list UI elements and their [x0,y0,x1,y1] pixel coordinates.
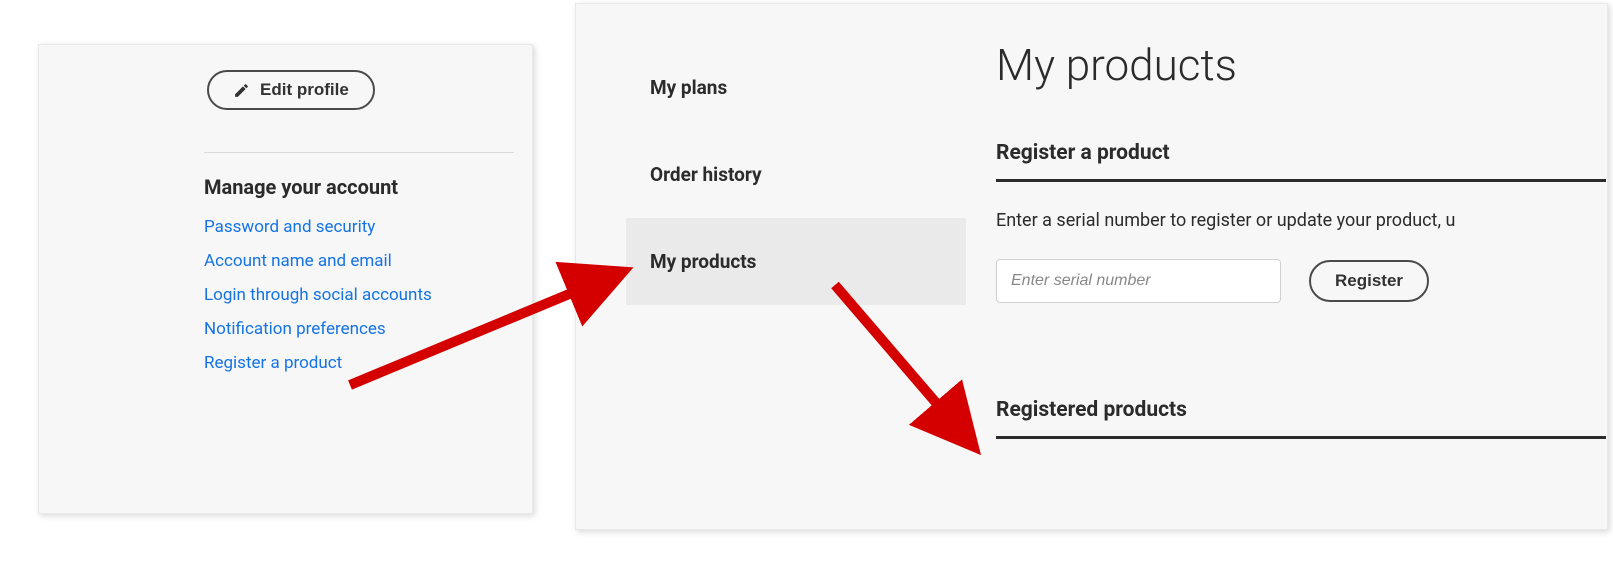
edit-profile-button[interactable]: Edit profile [207,70,375,110]
link-social-login[interactable]: Login through social accounts [204,285,432,305]
divider [204,152,514,153]
products-panel: My plans Order history My products My pr… [575,3,1608,530]
link-notification-prefs[interactable]: Notification preferences [204,319,386,339]
sidebar-item-label: Order history [650,163,762,186]
link-password-security[interactable]: Password and security [204,217,375,237]
edit-profile-label: Edit profile [260,80,349,100]
sidebar-item-my-products[interactable]: My products [626,218,966,305]
sidebar-item-label: My products [650,250,756,273]
sidebar-item-label: My plans [650,76,727,99]
link-account-name-email[interactable]: Account name and email [204,251,392,271]
manage-account-heading: Manage your account [204,175,512,199]
page-title: My products [996,39,1607,91]
main-content: My products Register a product Enter a s… [996,39,1607,529]
registered-products-heading: Registered products [996,398,1607,422]
section-rule [996,179,1606,182]
registered-products-section: Registered products [996,398,1607,439]
sidebar-item-my-plans[interactable]: My plans [626,44,966,131]
pencil-icon [233,82,250,99]
register-input-row: Register [996,259,1607,303]
section-rule [996,436,1606,439]
register-button[interactable]: Register [1309,260,1429,302]
account-panel: Edit profile Manage your account Passwor… [38,44,533,514]
account-links-list: Password and security Account name and e… [204,217,512,373]
serial-number-input[interactable] [996,259,1281,303]
register-product-heading: Register a product [996,141,1607,165]
sidebar-item-order-history[interactable]: Order history [626,131,966,218]
register-description: Enter a serial number to register or upd… [996,210,1607,231]
link-register-product[interactable]: Register a product [204,353,342,373]
sidebar: My plans Order history My products [626,44,966,305]
